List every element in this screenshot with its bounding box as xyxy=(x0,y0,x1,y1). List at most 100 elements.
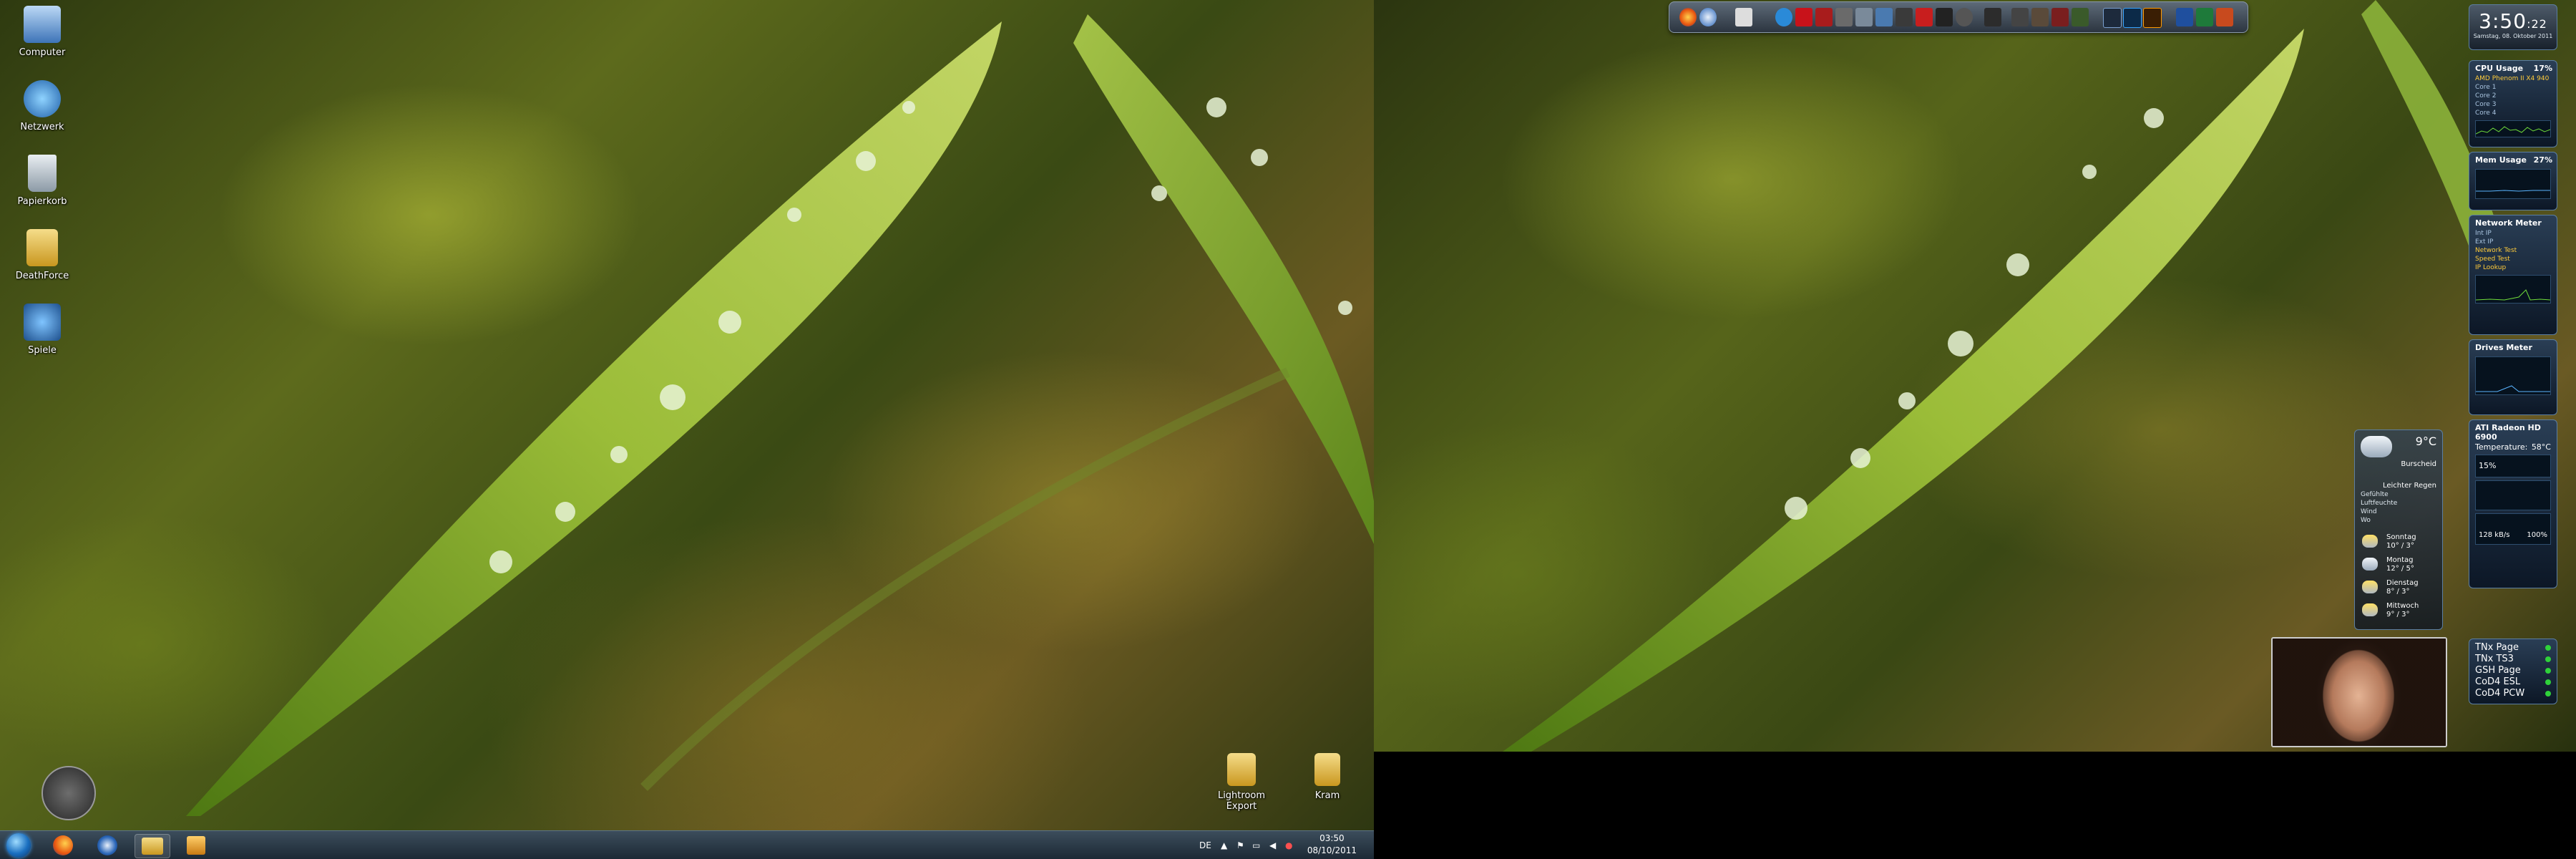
unused-screen-area xyxy=(1374,752,2576,859)
weather-cloud-icon xyxy=(2362,603,2378,616)
dock-game-icon[interactable] xyxy=(2072,8,2089,26)
dock-app-icon[interactable] xyxy=(1936,8,1953,26)
forecast-day: Mittwoch 9° / 3° xyxy=(2355,601,2442,623)
dock-shield-icon[interactable] xyxy=(1916,8,1933,26)
dock-app-icon[interactable] xyxy=(1875,8,1893,26)
gpu-graph xyxy=(2475,480,2551,510)
folder-icon xyxy=(1314,753,1340,786)
forecast-day: Montag 12° / 5° xyxy=(2355,555,2442,578)
dock-app-icon[interactable] xyxy=(1815,8,1833,26)
tray-action-center-icon[interactable]: ⚑ xyxy=(1236,831,1244,859)
mem-title: Mem Usage xyxy=(2475,155,2527,165)
drives-meter-gadget[interactable]: Drives Meter xyxy=(2469,339,2557,415)
dock-thunderbird-icon[interactable] xyxy=(1699,8,1717,26)
clock-seconds: :22 xyxy=(2527,17,2547,31)
dock-lightroom-icon[interactable] xyxy=(2103,8,2122,28)
cpu-model: AMD Phenom II X4 940 xyxy=(2475,75,2550,82)
computer-icon xyxy=(24,6,61,43)
gpu-temp-label: Temperature: xyxy=(2475,442,2528,452)
links-gadget: TNx Page TNx TS3 GSH Page CoD4 ESL CoD4 … xyxy=(2469,639,2557,704)
dock-illustrator-icon[interactable] xyxy=(2143,8,2162,28)
drives-graph xyxy=(2475,356,2551,395)
cpu-core-4: Core 4 xyxy=(2475,110,2497,117)
dock-skype-icon[interactable] xyxy=(1775,8,1792,26)
memory-usage-gadget[interactable]: Mem Usage 27% xyxy=(2469,152,2557,210)
tray-show-hidden-icon[interactable]: ▲ xyxy=(1221,831,1227,859)
status-online-icon xyxy=(2545,679,2551,685)
games-icon xyxy=(24,304,61,341)
desktop-icon-computer[interactable]: Computer xyxy=(3,6,82,58)
link-cod4-pcw[interactable]: CoD4 PCW xyxy=(2469,688,2557,699)
dock-calendar-icon[interactable] xyxy=(1735,8,1752,26)
link-cod4-esl[interactable]: CoD4 ESL xyxy=(2469,676,2557,688)
taskbar: DE ▲ ⚑ ▭ ◀ ● 03:50 08/10/2011 xyxy=(0,830,1374,859)
dock-app-icon[interactable] xyxy=(1835,8,1853,26)
weather-location: Burscheid xyxy=(2401,460,2436,468)
cpu-core-3: Core 3 xyxy=(2475,101,2497,108)
language-indicator[interactable]: DE xyxy=(1199,831,1211,859)
dock-filezilla-icon[interactable] xyxy=(1795,8,1813,26)
desktop-folder-kram[interactable]: Kram xyxy=(1288,753,1367,801)
cpu-core-2: Core 2 xyxy=(2475,92,2497,100)
gpu-gadget[interactable]: ATI Radeon HD 6900 Temperature: 58°C 15%… xyxy=(2469,419,2557,588)
link-tnx-page[interactable]: TNx Page xyxy=(2469,642,2557,654)
weather-temp: 9°C xyxy=(2415,435,2436,448)
rainmeter-logo xyxy=(42,766,96,820)
wallpaper-leaf-art xyxy=(186,14,1374,816)
dock-word-icon[interactable] xyxy=(2176,8,2193,26)
radio-player[interactable]: 128 kB/s 100% xyxy=(2475,513,2551,545)
tray-network-icon[interactable]: ▭ xyxy=(1252,831,1260,859)
network-speed-test-link[interactable]: Speed Test xyxy=(2469,255,2557,263)
clock-gadget[interactable]: 3:50:22 Samstag, 08. Oktober 2011 xyxy=(2469,4,2557,50)
tray-power-icon[interactable]: ● xyxy=(1285,831,1292,859)
desktop-icon-games[interactable]: Spiele xyxy=(3,304,82,356)
taskbar-explorer[interactable] xyxy=(135,834,170,858)
status-online-icon xyxy=(2545,668,2551,674)
start-button[interactable] xyxy=(3,831,34,859)
weather-wind: Wind xyxy=(2361,508,2377,515)
taskbar-media-player[interactable] xyxy=(179,834,213,857)
desktop-icon-network[interactable]: Netzwerk xyxy=(3,80,82,132)
network-ext-ip: Ext IP xyxy=(2475,238,2494,246)
dock-game-icon[interactable] xyxy=(2011,8,2029,26)
desktop-right-wallpaper: 3:50:22 Samstag, 08. Oktober 2011 CPU Us… xyxy=(1374,0,2576,752)
weather-gadget[interactable]: 9°C Burscheid Leichter Regen Gefühlte Lu… xyxy=(2354,430,2443,630)
portrait-hair xyxy=(2273,639,2446,746)
tray-volume-icon[interactable]: ◀ xyxy=(1269,831,1276,859)
weather-feels-like: Gefühlte xyxy=(2361,491,2389,498)
dock-game-icon[interactable] xyxy=(2031,8,2049,26)
taskbar-firefox[interactable] xyxy=(46,834,80,857)
dock-app-icon[interactable] xyxy=(1855,8,1873,26)
cpu-core-1: Core 1 xyxy=(2475,84,2497,91)
photo-frame-gadget[interactable] xyxy=(2271,637,2447,747)
desktop-icon-deathforce[interactable]: DeathForce xyxy=(3,229,82,281)
taskbar-date: 08/10/2011 xyxy=(1307,845,1357,855)
dock-powerpoint-icon[interactable] xyxy=(2216,8,2233,26)
weather-cloud-icon xyxy=(2361,436,2392,457)
link-gsh-page[interactable]: GSH Page xyxy=(2469,665,2557,676)
weather-cloud-icon xyxy=(2362,558,2378,571)
network-icon xyxy=(24,80,61,117)
taskbar-time: 03:50 xyxy=(1319,833,1345,843)
dock-app-icon[interactable] xyxy=(1984,8,2001,26)
desktop-icon-recycle-bin[interactable]: Papierkorb xyxy=(3,155,82,207)
dock-firefox-icon[interactable] xyxy=(1679,8,1697,26)
recycle-bin-icon xyxy=(28,155,57,192)
network-ip-lookup-link[interactable]: IP Lookup xyxy=(2469,263,2557,272)
radio-bitrate: 128 kB/s xyxy=(2479,531,2510,539)
memory-graph xyxy=(2475,169,2551,199)
cpu-usage-gadget[interactable]: CPU Usage 17% AMD Phenom II X4 940 Core 1… xyxy=(2469,60,2557,147)
status-online-icon xyxy=(2545,645,2551,651)
network-test-link[interactable]: Network Test xyxy=(2469,246,2557,255)
dock-excel-icon[interactable] xyxy=(2196,8,2213,26)
link-tnx-ts3[interactable]: TNx TS3 xyxy=(2469,654,2557,665)
taskbar-clock[interactable]: 03:50 08/10/2011 xyxy=(1307,833,1357,857)
taskbar-thunderbird[interactable] xyxy=(90,834,125,857)
desktop-folder-lightroom-export[interactable]: Lightroom Export xyxy=(1202,753,1281,812)
gpu-usage-bar: 15% xyxy=(2475,455,2551,477)
network-meter-gadget[interactable]: Network Meter Int IP Ext IP Network Test… xyxy=(2469,215,2557,335)
dock-photoshop-icon[interactable] xyxy=(2123,8,2142,28)
dock-power-icon[interactable] xyxy=(1956,8,1973,26)
dock-app-icon[interactable] xyxy=(1896,8,1913,26)
dock-game-icon[interactable] xyxy=(2051,8,2069,26)
